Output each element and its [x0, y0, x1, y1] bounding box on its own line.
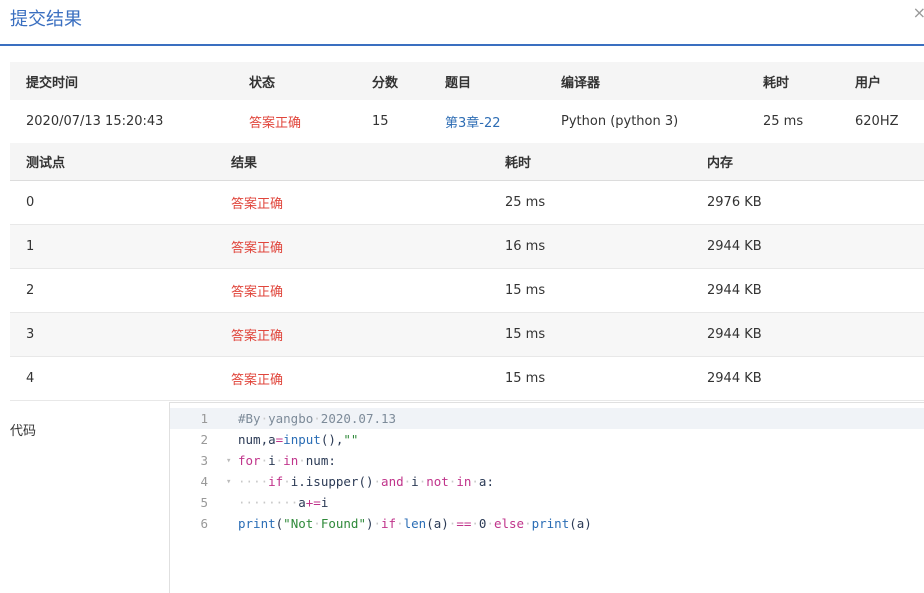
code-text: print("Not·Found")·if·len(a)·==·0·else·p…: [238, 516, 592, 531]
fold-icon[interactable]: ▾: [226, 456, 231, 466]
header-result: 结果: [231, 156, 258, 171]
header-test-point: 测试点: [26, 156, 66, 171]
line-number: 3: [200, 453, 208, 468]
table-row: 3 答案正确 15 ms 2944 KB: [10, 313, 924, 357]
close-icon[interactable]: ×: [913, 3, 924, 22]
header-user: 用户: [855, 75, 882, 91]
table-row: 1 答案正确 16 ms 2944 KB: [10, 225, 924, 269]
header-submit-time: 提交时间: [26, 75, 79, 91]
elapsed-value: 25 ms: [763, 114, 804, 129]
test-id: 0: [26, 195, 35, 210]
table-row: 2 答案正确 15 ms 2944 KB: [10, 269, 924, 313]
line-number: 6: [200, 516, 208, 531]
code-line: 5 ········a+=i: [170, 492, 924, 513]
code-line: 6 print("Not·Found")·if·len(a)·==·0·else…: [170, 513, 924, 534]
user-value: 620HZ: [855, 114, 899, 129]
test-result: 答案正确: [231, 197, 284, 212]
line-number: 2: [200, 432, 208, 447]
tests-header-row: 测试点 结果 耗时 内存: [10, 143, 924, 181]
table-row: 4 答案正确 15 ms 2944 KB: [10, 357, 924, 401]
code-text: ········a+=i: [238, 495, 329, 510]
line-number: 5: [200, 495, 208, 510]
test-result: 答案正确: [231, 329, 284, 344]
header-status: 状态: [249, 75, 276, 91]
table-row: 0 答案正确 25 ms 2976 KB: [10, 181, 924, 225]
status-text: 答案正确: [249, 116, 302, 131]
test-id: 1: [26, 239, 35, 254]
line-number: 4: [200, 474, 208, 489]
test-result: 答案正确: [231, 285, 284, 300]
header-problem: 题目: [445, 75, 472, 91]
test-id: 3: [26, 327, 35, 342]
code-viewer[interactable]: 1 #By·yangbo·2020.07.13 2 num,a=input(),…: [169, 402, 924, 593]
test-points-table: 测试点 结果 耗时 内存 0 答案正确 25 ms 2976 KB 1 答案正确…: [10, 143, 924, 401]
header-elapsed: 耗时: [763, 75, 790, 91]
test-id: 4: [26, 371, 35, 386]
test-result: 答案正确: [231, 241, 284, 256]
test-time: 25 ms: [505, 195, 546, 210]
code-line: 2 num,a=input(),"": [170, 429, 924, 450]
dialog-title: 提交结果: [10, 9, 82, 30]
summary-header-row: 提交时间 状态 分数 题目 编译器 耗时 用户: [10, 62, 924, 100]
code-text: ····if·i.isupper()·and·i·not·in·a:: [238, 474, 494, 489]
test-time: 15 ms: [505, 327, 546, 342]
test-time: 15 ms: [505, 371, 546, 386]
test-time: 16 ms: [505, 239, 546, 254]
header-compiler: 编译器: [561, 75, 601, 91]
test-memory: 2944 KB: [707, 239, 762, 254]
code-label: 代码: [10, 424, 37, 439]
test-result: 答案正确: [231, 373, 284, 388]
score-value: 15: [372, 114, 389, 129]
test-time: 15 ms: [505, 283, 546, 298]
code-text: #By·yangbo·2020.07.13: [238, 411, 397, 426]
test-memory: 2944 KB: [707, 371, 762, 386]
summary-data-row: 2020/07/13 15:20:43 答案正确 15 第3章-22 Pytho…: [10, 100, 924, 144]
header-memory: 内存: [707, 156, 734, 171]
code-line: 3 ▾ for·i·in·num:: [170, 450, 924, 471]
header-score: 分数: [372, 75, 399, 91]
problem-link[interactable]: 第3章-22: [445, 100, 501, 143]
test-memory: 2944 KB: [707, 283, 762, 298]
test-memory: 2976 KB: [707, 195, 762, 210]
submit-time: 2020/07/13 15:20:43: [26, 114, 164, 129]
code-text: for·i·in·num:: [238, 453, 336, 468]
fold-icon[interactable]: ▾: [226, 477, 231, 487]
code-line: 4 ▾ ····if·i.isupper()·and·i·not·in·a:: [170, 471, 924, 492]
submission-summary-table: 提交时间 状态 分数 题目 编译器 耗时 用户 2020/07/13 15:20…: [10, 62, 924, 144]
code-text: num,a=input(),"": [238, 432, 359, 447]
dialog-header: 提交结果 ×: [0, 0, 924, 46]
test-memory: 2944 KB: [707, 327, 762, 342]
header-time: 耗时: [505, 156, 532, 171]
compiler-value: Python (python 3): [561, 114, 679, 129]
line-number: 1: [200, 411, 208, 426]
test-id: 2: [26, 283, 35, 298]
code-line: 1 #By·yangbo·2020.07.13: [170, 408, 924, 429]
